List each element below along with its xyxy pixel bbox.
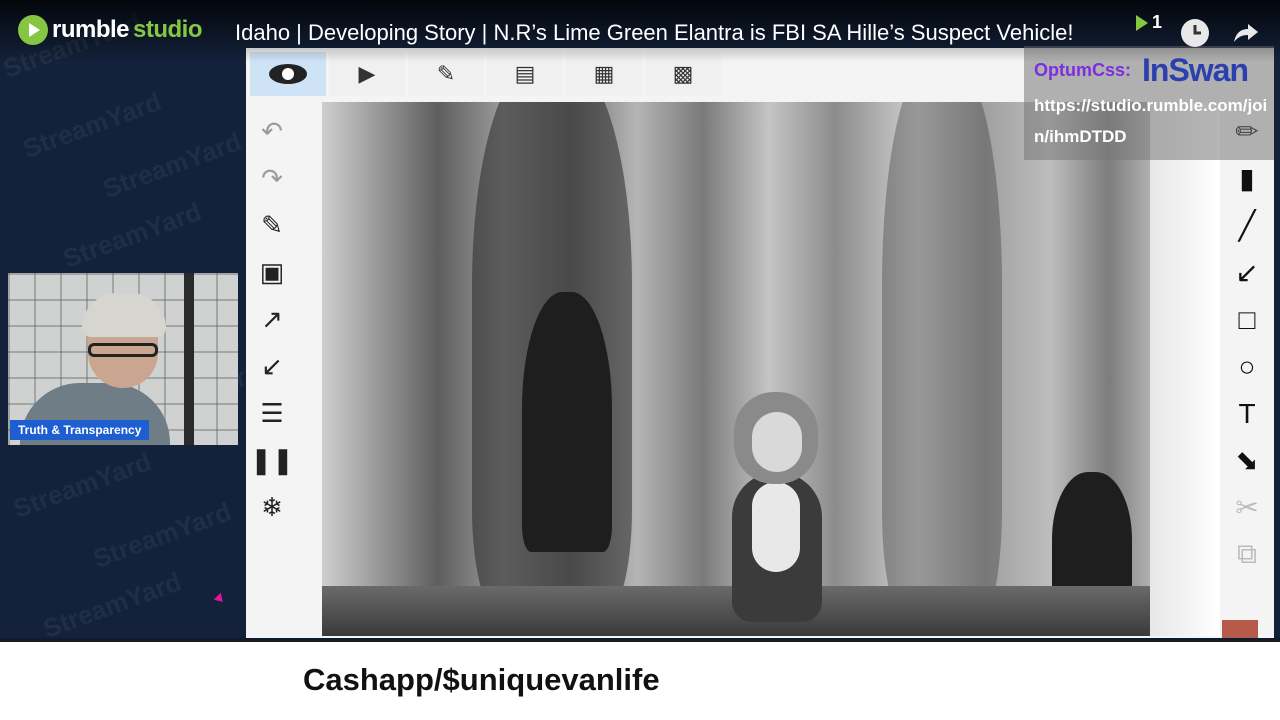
dog-chest: [752, 482, 800, 572]
optum-label: OptumCss:: [1034, 60, 1132, 80]
viewer-count: 1: [1136, 12, 1162, 33]
adjust-icon[interactable]: ☰: [252, 390, 292, 437]
edit-selection-icon[interactable]: ✎: [252, 202, 292, 249]
watermark: StreamYard: [9, 446, 156, 524]
screen-post: [184, 273, 194, 445]
eraser-icon[interactable]: ▮: [1228, 155, 1266, 202]
line-icon[interactable]: ╱: [1228, 202, 1266, 249]
watch-later-button[interactable]: [1178, 16, 1212, 50]
camera-icon[interactable]: ▣: [252, 249, 292, 296]
watermark: StreamYard: [59, 196, 206, 274]
tree-trunk: [882, 102, 1002, 622]
watermark: StreamYard: [99, 126, 246, 204]
dog-face: [752, 412, 802, 472]
copy-icon[interactable]: ⧉: [1228, 531, 1266, 578]
whiteboard-left-toolbar: ↶ ↷ ✎ ▣ ↗ ↙ ☰ ❚❚ ❄: [250, 108, 294, 531]
stream-title: Idaho | Developing Story | N.R’s Lime Gr…: [235, 20, 1074, 45]
mouse-cursor: [213, 592, 227, 606]
watermark: StreamYard: [39, 566, 186, 638]
whiteboard-right-toolbar: ✏ ▮ ╱ ↙ □ ○ T ⬊ ✂ ⧉: [1228, 108, 1266, 578]
cut-icon[interactable]: ✂: [1228, 484, 1266, 531]
rumble-play-icon: [18, 15, 48, 45]
freeze-icon[interactable]: ❄: [252, 484, 292, 531]
logo-word-rumble: rumble: [52, 16, 130, 43]
undo-icon[interactable]: ↶: [252, 108, 292, 155]
presenter-glasses: [88, 343, 158, 357]
pause-icon[interactable]: ❚❚: [250, 437, 294, 484]
whiteboard-photo: [322, 102, 1150, 636]
redo-icon[interactable]: ↷: [252, 155, 292, 202]
watermark: StreamYard: [89, 496, 236, 574]
corner-thumbnail: [1222, 620, 1258, 638]
viewer-count-value: 1: [1152, 12, 1163, 32]
import-image-icon[interactable]: ↗: [252, 296, 292, 343]
studio-join-url: https://studio.rumble.com/join/ihmDTDD: [1034, 96, 1268, 146]
rumble-studio-logo[interactable]: rumble studio: [18, 15, 203, 45]
rectangle-icon[interactable]: □: [1228, 296, 1266, 343]
text-icon[interactable]: T: [1228, 390, 1266, 437]
webcam-name-label: Truth & Transparency: [10, 420, 150, 440]
select-icon[interactable]: ⬊: [1228, 437, 1266, 484]
logo-word-studio: studio: [133, 16, 203, 43]
share-arrow-icon: [1234, 24, 1258, 42]
export-image-icon[interactable]: ↙: [252, 343, 292, 390]
viewers-icon: [1136, 14, 1148, 31]
arrow-icon[interactable]: ↙: [1228, 249, 1266, 296]
tree-hollow: [522, 292, 612, 552]
cashapp-text: Cashapp/$uniquevanlife: [303, 662, 660, 697]
clock-icon: [1181, 19, 1209, 47]
watermark: StreamYard: [19, 86, 166, 164]
share-button[interactable]: [1228, 16, 1262, 50]
whiteboard-margin: [1150, 102, 1220, 636]
circle-icon[interactable]: ○: [1228, 343, 1266, 390]
cashapp-banner: Cashapp/$uniquevanlife: [0, 640, 1280, 720]
stream-stage: StreamYard StreamYard StreamYard StreamY…: [0, 0, 1280, 638]
